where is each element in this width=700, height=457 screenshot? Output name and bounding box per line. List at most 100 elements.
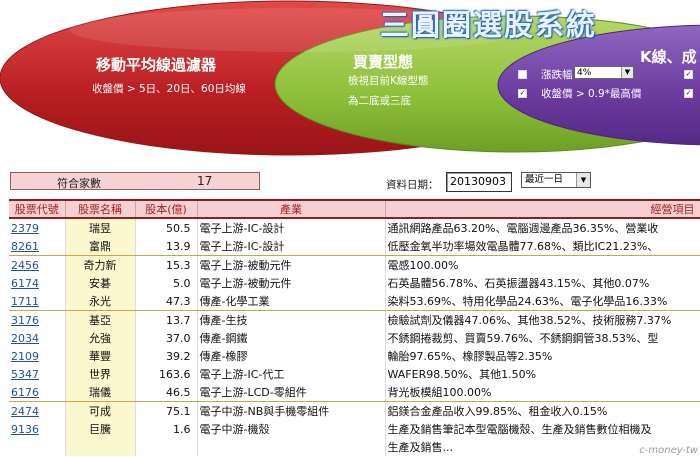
industry: 電子上游-IC-代工 xyxy=(197,365,386,383)
capital-value xyxy=(135,438,198,456)
industry: 電子上游-IC-設計 xyxy=(197,237,386,256)
match-count-value: 17 xyxy=(197,174,213,188)
stock-name: 安碁 xyxy=(65,274,136,292)
chevron-down-icon: ▼ xyxy=(621,67,633,78)
stock-code-link[interactable]: 2034 xyxy=(9,329,66,347)
stock-name xyxy=(65,438,136,456)
chevron-down-icon: ▼ xyxy=(576,173,590,187)
business-items: 石英晶體56.78%、石英振盪器43.15%、其他0.07% xyxy=(385,274,700,292)
table-row[interactable]: 2379 瑞昱 50.5 電子上游-IC-設計 通訊網路產品63.20%、電腦週邊產品3… xyxy=(9,218,700,237)
col-header-name[interactable]: 股票名稱 xyxy=(65,199,136,219)
col-header-capital[interactable]: 股本(億) xyxy=(135,199,198,219)
close-ratio-checkbox[interactable]: ✓ xyxy=(518,89,527,98)
industry: 電子中游-機殼 xyxy=(197,420,386,438)
match-count-box: 符合家數 17 xyxy=(10,172,260,190)
extra-checkbox-2[interactable]: ✓ xyxy=(684,89,693,98)
change-select[interactable]: 4% ▼ xyxy=(574,66,634,79)
match-count-label: 符合家數 xyxy=(57,177,101,190)
business-items: 背光板模組100.00% xyxy=(385,383,700,402)
ma-filter-heading: 移動平均線過濾器 xyxy=(96,56,217,74)
stock-code-link[interactable]: 9136 xyxy=(9,420,66,438)
capital-value: 5.0 xyxy=(135,274,198,292)
table-row[interactable]: 2109 華豐 39.2 傳產-橡膠 輪胎97.65%、橡膠製品等2.35% xyxy=(9,347,700,365)
industry: 傳產-鋼鐵 xyxy=(197,329,386,347)
stock-name: 瑞昱 xyxy=(65,218,136,237)
ma-filter-desc: 收盤價 > 5日、20日、60日均線 xyxy=(92,83,246,95)
business-items: 電感100.00% xyxy=(385,255,700,274)
change-checkbox[interactable] xyxy=(518,70,527,79)
stock-code-link[interactable]: 1711 xyxy=(9,292,66,311)
capital-value: 75.1 xyxy=(135,401,198,420)
pattern-desc: 檢視目前K線型態 為二底或三底 xyxy=(348,71,428,111)
industry: 傳產-化學工業 xyxy=(197,292,386,311)
kline-heading: K線、成 xyxy=(640,48,697,66)
capital-value: 1.6 xyxy=(135,420,198,438)
table-row[interactable]: 5347 世界 163.6 電子上游-IC-代工 WAFER98.50%、其他1.50% xyxy=(9,365,700,383)
watermark: c-money-tw xyxy=(639,445,698,456)
capital-value: 47.3 xyxy=(135,292,198,311)
table-row[interactable]: 3176 基亞 13.7 傳產-生技 檢驗試劑及儀器47.06%、其他38.52%、技術… xyxy=(9,310,700,329)
business-items: 低壓金氧半功率場效電晶體77.68%、類比IC21.23%、 xyxy=(385,237,700,256)
table-row[interactable]: 2034 允強 37.0 傳產-鋼鐵 不銹鋼捲裁剪、買賣59.76%、不銹鋼鋼管38.5… xyxy=(9,329,700,347)
col-header-industry[interactable]: 產業 xyxy=(197,199,386,219)
data-date-label: 資料日期： xyxy=(386,179,439,191)
stock-code-link[interactable]: 6176 xyxy=(9,383,66,402)
table-row[interactable]: 6176 瑞儀 46.5 電子上游-LCD-零組件 背光板模組100.00% xyxy=(9,383,700,402)
stock-code-link[interactable]: 2379 xyxy=(9,218,66,237)
data-date-input[interactable]: 20130903 xyxy=(446,172,512,192)
results-table: 股票代號 股票名稱 股本(億) 產業 經營項目 2379 瑞昱 50.5 電子上游-I… xyxy=(9,199,700,456)
stock-code-link[interactable]: 2109 xyxy=(9,347,66,365)
table-row[interactable]: 6174 安碁 5.0 電子上游-被動元件 石英晶體56.78%、石英振盪器43.15%… xyxy=(9,274,700,292)
business-items: 生產及銷售筆記本型電腦機殼、生產及銷售數位相機及 xyxy=(385,420,700,438)
pattern-desc-line2: 為二底或三底 xyxy=(348,95,411,107)
capital-value: 163.6 xyxy=(135,365,198,383)
pattern-desc-line1: 檢視目前K線型態 xyxy=(348,75,429,87)
capital-value: 15.3 xyxy=(135,255,198,274)
table-row[interactable]: 2474 可成 75.1 電子中游-NB與手機零組件 鋁鎂合金產品收入99.85%、租金… xyxy=(9,401,700,420)
capital-value: 39.2 xyxy=(135,347,198,365)
change-select-value: 4% xyxy=(577,68,592,78)
business-items: 輪胎97.65%、橡膠製品等2.35% xyxy=(385,347,700,365)
stock-code-link[interactable]: 8261 xyxy=(9,237,66,256)
stock-code-link[interactable] xyxy=(9,438,66,456)
stock-name: 永光 xyxy=(65,292,136,311)
stock-code-link[interactable]: 5347 xyxy=(9,365,66,383)
capital-value: 46.5 xyxy=(135,383,198,402)
business-items: 檢驗試劑及儀器47.06%、其他38.52%、技術服務7.37% xyxy=(385,310,700,329)
stock-code-link[interactable]: 2456 xyxy=(9,255,66,274)
col-header-business[interactable]: 經營項目 xyxy=(385,199,700,219)
capital-value: 50.5 xyxy=(135,218,198,237)
stock-name: 可成 xyxy=(65,401,136,420)
banner: 三圓圈選股系統 移動平均線過濾器 收盤價 > 5日、20日、60日均線 買賣型態… xyxy=(0,0,700,160)
table-row[interactable]: 9136 巨騰 1.6 電子中游-機殼 生產及銷售筆記本型電腦機殼、生產及銷售數位相機及 xyxy=(9,420,700,438)
extra-checkbox-1[interactable]: ✓ xyxy=(684,70,693,79)
stock-code-link[interactable]: 3176 xyxy=(9,310,66,329)
industry: 電子上游-被動元件 xyxy=(197,255,386,274)
stock-name: 世界 xyxy=(65,365,136,383)
capital-value: 13.9 xyxy=(135,237,198,256)
table-row[interactable]: 2456 奇力新 15.3 電子上游-被動元件 電感100.00% xyxy=(9,255,700,274)
stock-name: 瑞儀 xyxy=(65,383,136,402)
pattern-heading: 買賣型態 xyxy=(353,53,414,71)
change-label: 漲跌幅 xyxy=(541,69,573,81)
business-items: WAFER98.50%、其他1.50% xyxy=(385,365,700,383)
stock-code-link[interactable]: 6174 xyxy=(9,274,66,292)
stock-code-link[interactable]: 2474 xyxy=(9,401,66,420)
industry: 電子上游-被動元件 xyxy=(197,274,386,292)
table-header-row: 股票代號 股票名稱 股本(億) 產業 經營項目 xyxy=(9,199,700,219)
col-header-code[interactable]: 股票代號 xyxy=(9,199,66,219)
business-items: 通訊網路產品63.20%、電腦週邊產品36.35%、營業收 xyxy=(385,218,700,237)
industry: 傳產-生技 xyxy=(197,310,386,329)
stock-name: 奇力新 xyxy=(65,255,136,274)
capital-value: 13.7 xyxy=(135,310,198,329)
stock-name: 允強 xyxy=(65,329,136,347)
range-select[interactable]: 最近一日 ▼ xyxy=(521,172,591,188)
industry: 傳產-橡膠 xyxy=(197,347,386,365)
table-row[interactable]: 1711 永光 47.3 傳產-化學工業 染料53.69%、特用化學品24.63%、電子… xyxy=(9,292,700,311)
table-row[interactable]: 8261 富鼎 13.9 電子上游-IC-設計 低壓金氧半功率場效電晶體77.68%、類… xyxy=(9,237,700,256)
business-items: 不銹鋼捲裁剪、買賣59.76%、不銹鋼鋼管38.53%、型 xyxy=(385,329,700,347)
table-row[interactable]: 生產及銷售... xyxy=(9,438,700,456)
industry xyxy=(197,438,386,456)
business-items: 染料53.69%、特用化學品24.63%、電子化學品16.33% xyxy=(385,292,700,311)
app-title: 三圓圈選股系統 xyxy=(380,8,598,42)
